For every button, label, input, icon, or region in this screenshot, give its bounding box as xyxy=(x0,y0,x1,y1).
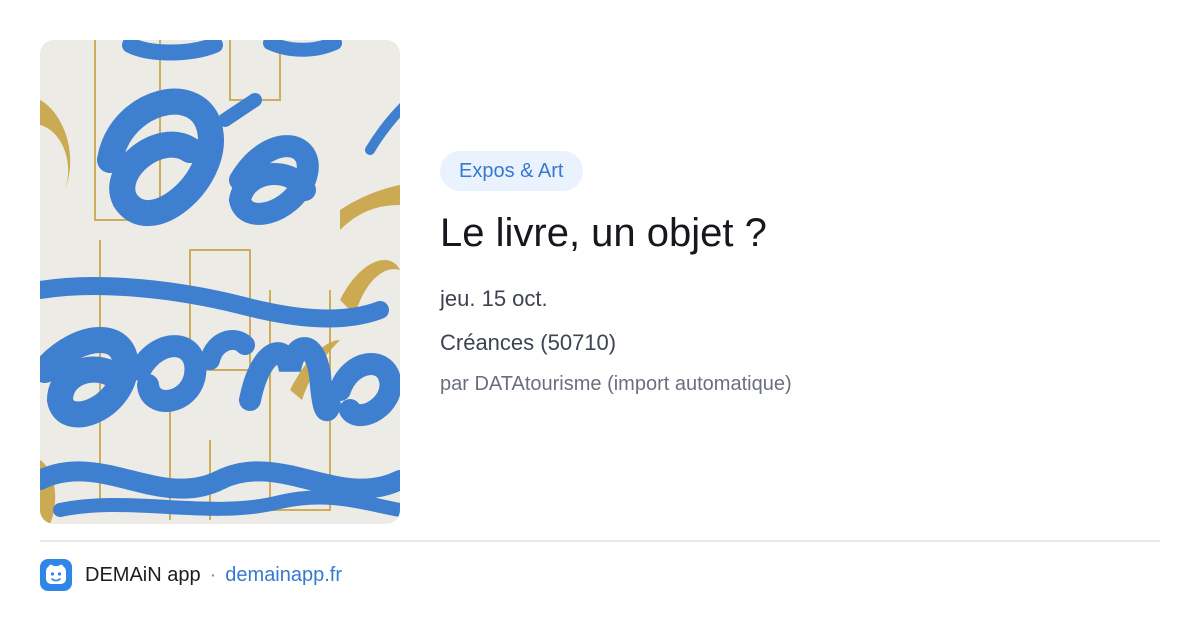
event-title[interactable]: Le livre, un objet ? xyxy=(440,209,1160,257)
app-logo-icon[interactable] xyxy=(40,559,72,591)
category-badge[interactable]: Expos & Art xyxy=(440,151,583,191)
site-link[interactable]: demainapp.fr xyxy=(225,564,342,587)
event-location: Créances (50710) xyxy=(440,330,617,355)
event-cover-image[interactable] xyxy=(40,40,400,524)
footer: DEMAiN app · demainapp.fr xyxy=(40,559,342,591)
footer-divider xyxy=(40,540,1160,542)
footer-separator: · xyxy=(209,563,217,586)
event-info: Expos & Art Le livre, un objet ? jeu. 15… xyxy=(440,151,1160,398)
event-source: par DATAtourisme (import automatique) xyxy=(440,373,792,395)
event-card[interactable]: Expos & Art Le livre, un objet ? jeu. 15… xyxy=(0,0,1200,630)
event-date: jeu. 15 oct. xyxy=(440,286,548,311)
cover-artwork xyxy=(40,40,400,524)
app-name[interactable]: DEMAiN app xyxy=(85,564,201,587)
